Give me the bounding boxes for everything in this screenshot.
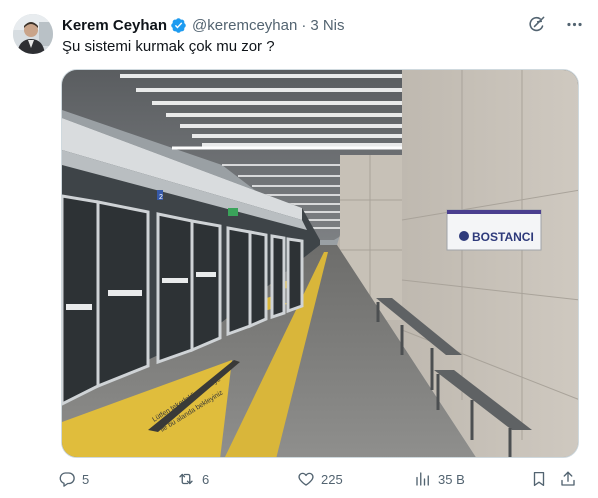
repost-count: 6 — [202, 471, 210, 487]
separator-dot: · — [301, 16, 307, 34]
tweet-header: Kerem Ceyhan @keremceyhan · 3 Nis — [62, 14, 345, 36]
bookmark-button[interactable] — [530, 466, 548, 492]
tweet-text: Şu sistemi kurmak çok mu zor ? — [62, 38, 275, 55]
like-count: 225 — [321, 471, 343, 487]
header-actions — [526, 14, 584, 34]
like-button[interactable]: 225 — [297, 466, 343, 492]
views-button[interactable]: 35 B — [414, 466, 465, 492]
platform-sign-number: 2 — [159, 194, 163, 201]
tweet-actions: 5 6 225 35 B — [58, 466, 586, 492]
user-handle[interactable]: @keremceyhan — [192, 17, 297, 34]
repost-button[interactable]: 6 — [176, 466, 209, 492]
station-sign: BOSTANCI — [446, 209, 542, 251]
user-name[interactable]: Kerem Ceyhan — [62, 17, 167, 34]
reply-button[interactable]: 5 — [58, 466, 89, 492]
avatar[interactable] — [13, 14, 53, 54]
reply-icon — [58, 470, 76, 488]
station-sign-text: BOSTANCI — [472, 230, 534, 244]
reply-count: 5 — [82, 471, 90, 487]
bookmark-icon — [530, 470, 548, 488]
tweet-date[interactable]: 3 Nis — [310, 17, 344, 34]
tweet: Kerem Ceyhan @keremceyhan · 3 Nis Şu sis… — [0, 0, 598, 498]
grok-icon[interactable] — [526, 14, 546, 34]
share-button[interactable] — [559, 466, 577, 492]
tweet-photo[interactable]: BOSTANCI Lütfen tekerlekli sandalye ile … — [61, 69, 579, 458]
views-icon — [414, 470, 432, 488]
repost-icon — [176, 470, 196, 488]
more-icon[interactable] — [564, 14, 584, 34]
views-count: 35 B — [438, 471, 465, 487]
heart-icon — [297, 470, 315, 488]
verified-badge-icon — [170, 17, 187, 34]
share-icon — [559, 470, 577, 488]
